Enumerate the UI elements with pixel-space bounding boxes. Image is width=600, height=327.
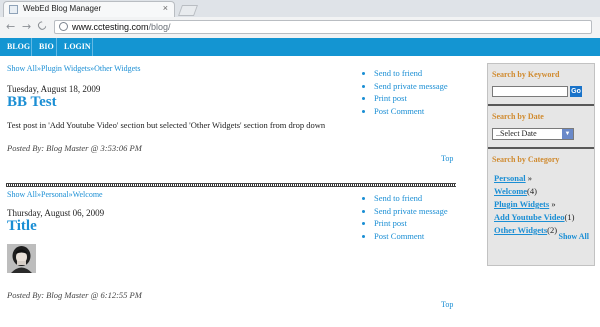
chevron-down-icon: ▼ — [562, 129, 573, 139]
author-avatar — [7, 244, 36, 273]
send-private-message-link[interactable]: Send private message — [374, 205, 448, 218]
posted-by: Posted By: Blog Master @ 6:12:55 PM — [7, 290, 142, 300]
show-all-link[interactable]: Show All — [559, 232, 589, 241]
tab-close-icon[interactable]: × — [163, 3, 168, 13]
category-item: Add Youtube Video(1) — [494, 212, 575, 222]
date-heading: Search by Date — [492, 112, 544, 121]
browser-toolbar: ← → C www.cctesting.com/blog/ — [0, 17, 600, 39]
top-link[interactable]: Top — [441, 300, 453, 309]
posted-by: Posted By: Blog Master @ 3:53:06 PM — [7, 143, 142, 153]
breadcrumb-other-widgets[interactable]: Other Widgets — [94, 64, 140, 73]
page-favicon-icon — [9, 5, 18, 14]
globe-icon — [59, 22, 68, 31]
post-actions: Send to friend Send private message Prin… — [364, 192, 448, 242]
address-bar[interactable]: www.cctesting.com/blog/ — [54, 20, 592, 34]
breadcrumb: Show All»Plugin Widgets»Other Widgets — [7, 64, 141, 73]
breadcrumb-plugin-widgets[interactable]: Plugin Widgets — [41, 64, 90, 73]
post-body: Test post in 'Add Youtube Video' section… — [7, 120, 326, 130]
forward-icon[interactable]: → — [22, 20, 31, 33]
url-text: www.cctesting.com/blog/ — [72, 22, 171, 32]
breadcrumb-show-all[interactable]: Show All — [7, 190, 37, 199]
category-welcome-link[interactable]: Welcome — [494, 186, 527, 196]
post-comment-link[interactable]: Post Comment — [374, 230, 448, 243]
top-link[interactable]: Top — [441, 154, 453, 163]
site-nav: BLOG BIO LOGIN — [0, 38, 600, 56]
send-to-friend-link[interactable]: Send to friend — [374, 67, 448, 80]
sidebar-divider — [488, 147, 594, 149]
post-date: Thursday, August 06, 2009 — [7, 208, 105, 218]
keyword-search-input[interactable] — [492, 86, 568, 97]
nav-bio[interactable]: BIO — [39, 42, 54, 51]
post-title[interactable]: BB Test — [7, 94, 57, 111]
date-select[interactable]: ..Select Date ▼ — [492, 128, 574, 140]
category-other-widgets-link[interactable]: Other Widgets — [494, 225, 547, 235]
post-title[interactable]: Title — [7, 218, 37, 235]
category-heading: Search by Category — [492, 155, 560, 164]
category-item: Welcome(4) — [494, 186, 537, 196]
breadcrumb-show-all[interactable]: Show All — [7, 64, 37, 73]
sidebar-divider — [488, 104, 594, 106]
post-divider — [6, 183, 456, 187]
breadcrumb: Show All»Personal»Welcome — [7, 190, 103, 199]
nav-separator — [56, 38, 57, 56]
new-tab-button[interactable] — [177, 5, 199, 16]
breadcrumb-personal[interactable]: Personal — [41, 190, 69, 199]
browser-tab[interactable]: WebEd Blog Manager × — [3, 1, 175, 17]
browser-tab-strip: WebEd Blog Manager × — [0, 0, 600, 18]
nav-login[interactable]: LOGIN — [64, 42, 91, 51]
sidebar: Search by Keyword Go Search by Date ..Se… — [487, 63, 595, 266]
print-post-link[interactable]: Print post — [374, 92, 448, 105]
print-post-link[interactable]: Print post — [374, 217, 448, 230]
category-personal-link[interactable]: Personal — [494, 173, 526, 183]
nav-blog[interactable]: BLOG — [7, 42, 30, 51]
send-to-friend-link[interactable]: Send to friend — [374, 192, 448, 205]
tab-title: WebEd Blog Manager — [23, 4, 102, 13]
nav-separator — [92, 38, 93, 56]
category-item: Plugin Widgets » — [494, 199, 556, 209]
post-date: Tuesday, August 18, 2009 — [7, 84, 101, 94]
nav-separator — [31, 38, 32, 56]
go-button[interactable]: Go — [570, 86, 582, 97]
category-item: Personal » — [494, 173, 533, 183]
post-comment-link[interactable]: Post Comment — [374, 105, 448, 118]
keyword-heading: Search by Keyword — [492, 70, 560, 79]
category-plugin-widgets-link[interactable]: Plugin Widgets — [494, 199, 549, 209]
back-icon[interactable]: ← — [6, 20, 15, 33]
date-select-value: ..Select Date — [496, 129, 537, 138]
post-actions: Send to friend Send private message Prin… — [364, 67, 448, 117]
category-list: Personal » Welcome(4) Plugin Widgets » A… — [494, 172, 574, 237]
reload-icon[interactable]: C — [35, 19, 49, 34]
send-private-message-link[interactable]: Send private message — [374, 80, 448, 93]
category-add-youtube-video-link[interactable]: Add Youtube Video — [494, 212, 565, 222]
breadcrumb-welcome[interactable]: Welcome — [73, 190, 103, 199]
